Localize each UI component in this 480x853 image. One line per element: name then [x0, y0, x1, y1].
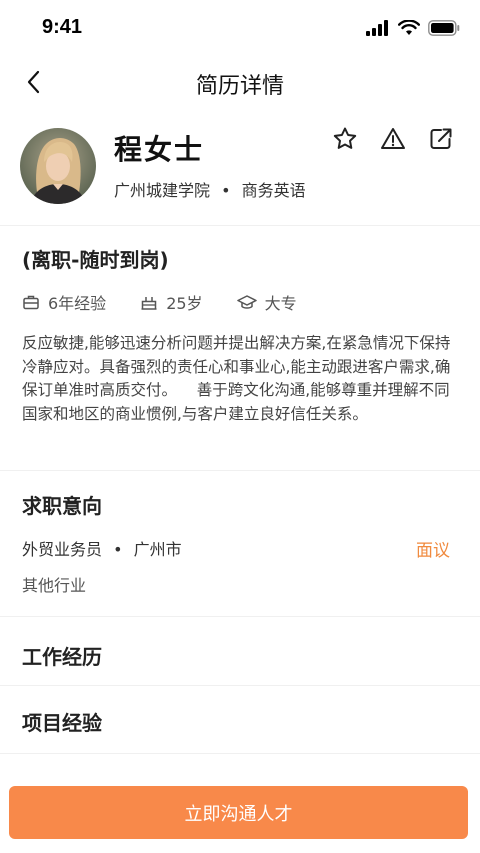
intent-industry: 其他行业 — [22, 576, 87, 595]
divider — [0, 685, 480, 686]
contact-talent-button[interactable]: 立即沟通人才 — [9, 786, 468, 839]
divider — [0, 470, 480, 471]
job-status: (离职-随时到岗) — [22, 248, 169, 272]
star-icon — [333, 127, 357, 149]
cake-icon — [141, 297, 157, 310]
meta-row: 6年经验 25岁 大专 — [22, 290, 331, 314]
profile-header: 程女士 广州城建学院 • 商务英语 — [0, 126, 480, 222]
section-title-work-experience: 工作经历 — [22, 645, 102, 669]
favorite-button[interactable] — [332, 126, 358, 152]
page-title: 简历详情 — [195, 74, 284, 99]
share-icon — [430, 128, 452, 149]
battery-icon — [428, 20, 460, 36]
status-time: 9:41 — [42, 16, 83, 38]
education-label: 大专 — [264, 294, 297, 313]
age-label: 25岁 — [166, 294, 203, 313]
divider — [0, 753, 480, 754]
dot-separator: • — [221, 181, 231, 200]
wifi-icon — [398, 20, 420, 35]
school-name: 广州城建学院 — [114, 181, 211, 200]
candidate-name: 程女士 — [114, 133, 205, 166]
education-line: 广州城建学院 • 商务英语 — [114, 177, 306, 201]
briefcase-icon — [23, 295, 39, 310]
status-bar: 9:41 — [0, 0, 480, 56]
warning-icon — [381, 128, 405, 149]
education-meta: 大专 — [236, 290, 297, 314]
signal-icon — [366, 20, 388, 36]
report-button[interactable] — [380, 126, 406, 152]
divider — [0, 616, 480, 617]
divider — [0, 225, 480, 226]
salary-label: 面议 — [416, 541, 450, 561]
section-title-intent: 求职意向 — [22, 494, 102, 518]
intent-position: 外贸业务员 — [22, 540, 103, 559]
experience-label: 6年经验 — [48, 294, 107, 313]
graduation-cap-icon — [236, 295, 257, 309]
profile-actions — [332, 126, 454, 152]
avatar[interactable] — [20, 128, 96, 204]
section-title-project-experience: 项目经验 — [22, 711, 102, 735]
status-icons — [366, 20, 460, 36]
experience-meta: 6年经验 — [22, 290, 106, 314]
share-button[interactable] — [428, 126, 454, 152]
avatar-photo — [20, 128, 96, 204]
self-summary: 反应敏捷,能够迅速分析问题并提出解决方案,在紧急情况下保持冷静应对。具备强烈的责… — [22, 334, 451, 423]
intent-city: 广州市 — [133, 540, 182, 559]
bottom-bar: 立即沟通人才 — [0, 772, 480, 853]
age-meta: 25岁 — [140, 290, 203, 314]
major-name: 商务英语 — [241, 181, 306, 200]
nav-bar: 简历详情 — [0, 56, 480, 108]
dot-separator: • — [113, 540, 123, 559]
intent-row: 外贸业务员 • 广州市 — [22, 536, 452, 560]
